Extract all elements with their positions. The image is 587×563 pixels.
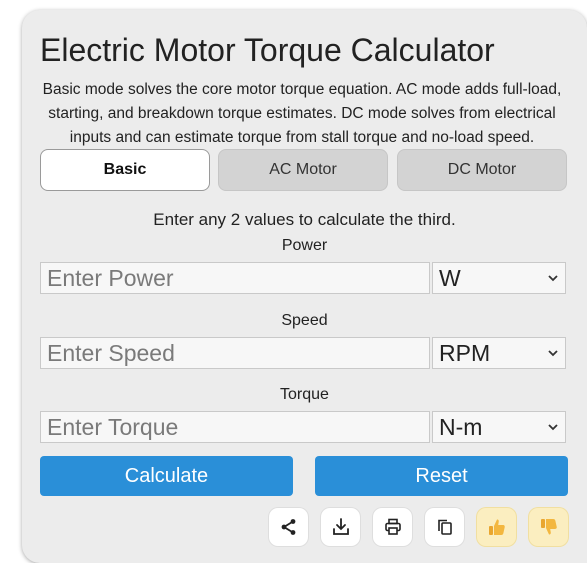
reset-button[interactable]: Reset [315, 456, 568, 496]
calculator-card: Electric Motor Torque Calculator Basic m… [22, 10, 587, 563]
copy-button[interactable] [425, 508, 464, 546]
tab-ac-motor[interactable]: AC Motor [218, 149, 388, 191]
power-unit-select[interactable]: W [432, 262, 566, 294]
torque-input[interactable] [40, 411, 430, 443]
download-icon [332, 518, 349, 535]
tab-dc-motor[interactable]: DC Motor [397, 149, 567, 191]
power-input[interactable] [40, 262, 430, 294]
action-toolbar [22, 508, 587, 548]
calculate-button[interactable]: Calculate [40, 456, 293, 496]
page-title: Electric Motor Torque Calculator [40, 32, 495, 68]
tab-basic[interactable]: Basic [40, 149, 210, 191]
thumbs-down-icon [540, 519, 557, 535]
chevron-down-icon [547, 421, 559, 433]
share-icon [281, 519, 295, 535]
share-button[interactable] [269, 508, 308, 546]
speed-input[interactable] [40, 337, 430, 369]
chevron-down-icon [547, 347, 559, 359]
instruction-text: Enter any 2 values to calculate the thir… [153, 210, 456, 229]
download-button[interactable] [321, 508, 360, 546]
print-button[interactable] [373, 508, 412, 546]
print-icon [384, 518, 401, 535]
description-text: Basic mode solves the core motor torque … [42, 81, 562, 146]
mode-tabs: Basic AC Motor DC Motor [40, 149, 568, 193]
chevron-down-icon [547, 272, 559, 284]
torque-unit-value: N-m [439, 413, 483, 440]
power-label: Power [281, 237, 328, 254]
copy-icon [437, 519, 452, 535]
torque-label: Torque [280, 386, 329, 403]
torque-unit-select[interactable]: N-m [432, 411, 566, 443]
speed-unit-select[interactable]: RPM [432, 337, 566, 369]
speed-label: Speed [281, 312, 328, 329]
thumbs-up-button[interactable] [477, 508, 516, 546]
thumbs-down-button[interactable] [529, 508, 568, 546]
speed-unit-value: RPM [439, 339, 491, 366]
thumbs-up-icon [488, 519, 505, 535]
power-unit-value: W [439, 264, 461, 291]
